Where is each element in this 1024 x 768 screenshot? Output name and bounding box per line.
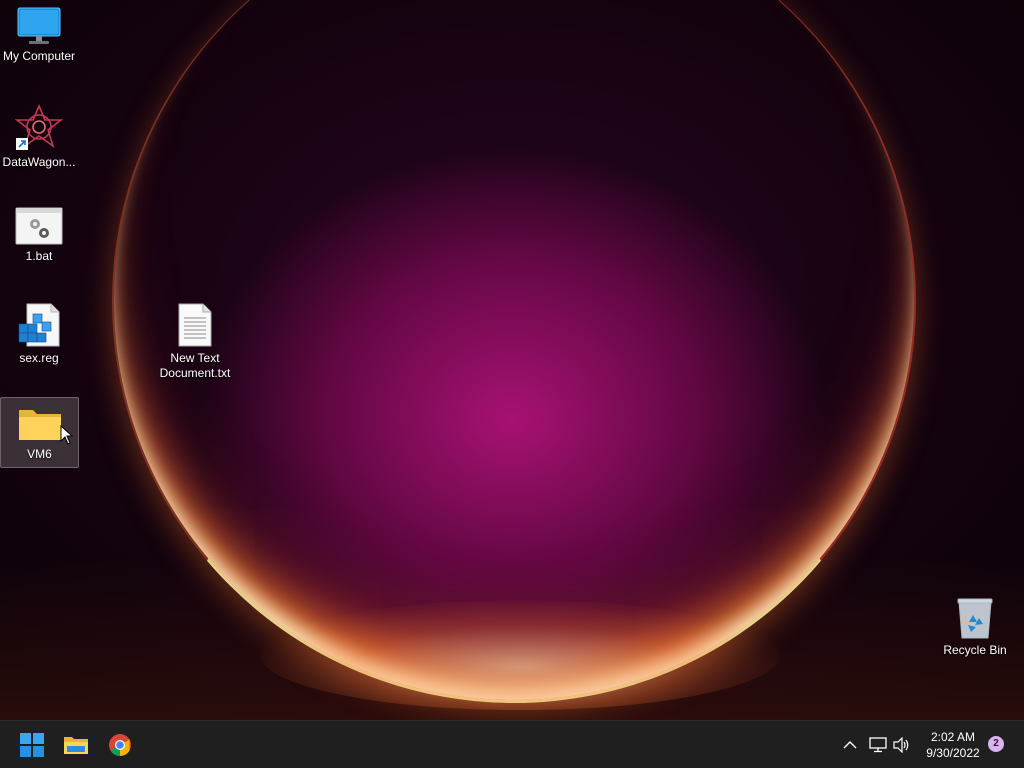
volume-icon xyxy=(893,737,909,753)
desktop-icon-1-bat[interactable]: 1.bat xyxy=(0,206,78,274)
show-hidden-icons-button[interactable] xyxy=(840,735,860,755)
clock-time: 2:02 AM xyxy=(930,730,976,744)
monitor-icon xyxy=(17,7,61,44)
desktop-icon-datawagon[interactable]: DataWagon... xyxy=(0,104,78,172)
desktop-background[interactable]: My Computer DataWagon... 1.bat sex.reg V… xyxy=(0,0,1024,720)
network-icon xyxy=(869,737,887,753)
desktop-icon-label: sex.reg xyxy=(19,351,59,365)
chrome-button[interactable] xyxy=(102,727,138,763)
mouse-cursor-icon xyxy=(60,425,73,445)
chrome-icon xyxy=(109,734,131,756)
file-explorer-button[interactable] xyxy=(58,727,94,763)
batch-file-icon xyxy=(15,207,63,245)
volume-button[interactable] xyxy=(892,735,912,755)
taskbar: 2:02 AM 9/30/2022 xyxy=(0,720,1024,768)
clock-date: 9/30/2022 xyxy=(926,746,980,760)
registry-file-icon xyxy=(18,303,60,347)
desktop-icon-new-text-document[interactable]: New Text Document.txt xyxy=(155,302,235,384)
start-button[interactable] xyxy=(14,727,50,763)
desktop-icon-label: Recycle Bin xyxy=(943,643,1007,657)
recycle-bin-icon xyxy=(957,598,993,639)
notification-count-badge[interactable]: 2 xyxy=(988,736,1004,752)
desktop-icon-recycle-bin[interactable]: Recycle Bin xyxy=(936,596,1014,664)
wallpaper-bottom-glow xyxy=(260,600,780,710)
desktop-icon-label: 1.bat xyxy=(25,249,53,263)
file-explorer-icon xyxy=(64,737,88,754)
desktop-icon-sex-reg[interactable]: sex.reg xyxy=(0,302,78,370)
desktop-icon-label: VM6 xyxy=(27,447,52,461)
chevron-up-icon xyxy=(843,741,857,749)
datawagon-app-icon xyxy=(15,104,63,150)
desktop-icon-label: DataWagon... xyxy=(2,155,76,169)
windows-logo-icon xyxy=(20,733,44,757)
text-file-icon xyxy=(178,303,212,347)
desktop-icon-label: My Computer xyxy=(2,49,76,63)
network-status-button[interactable] xyxy=(868,735,888,755)
desktop-icon-my-computer[interactable]: My Computer xyxy=(0,6,78,74)
folder-icon xyxy=(18,410,61,440)
desktop-icon-label: New Text Document.txt xyxy=(159,351,231,380)
clock-button[interactable]: 2:02 AM 9/30/2022 xyxy=(918,729,988,761)
